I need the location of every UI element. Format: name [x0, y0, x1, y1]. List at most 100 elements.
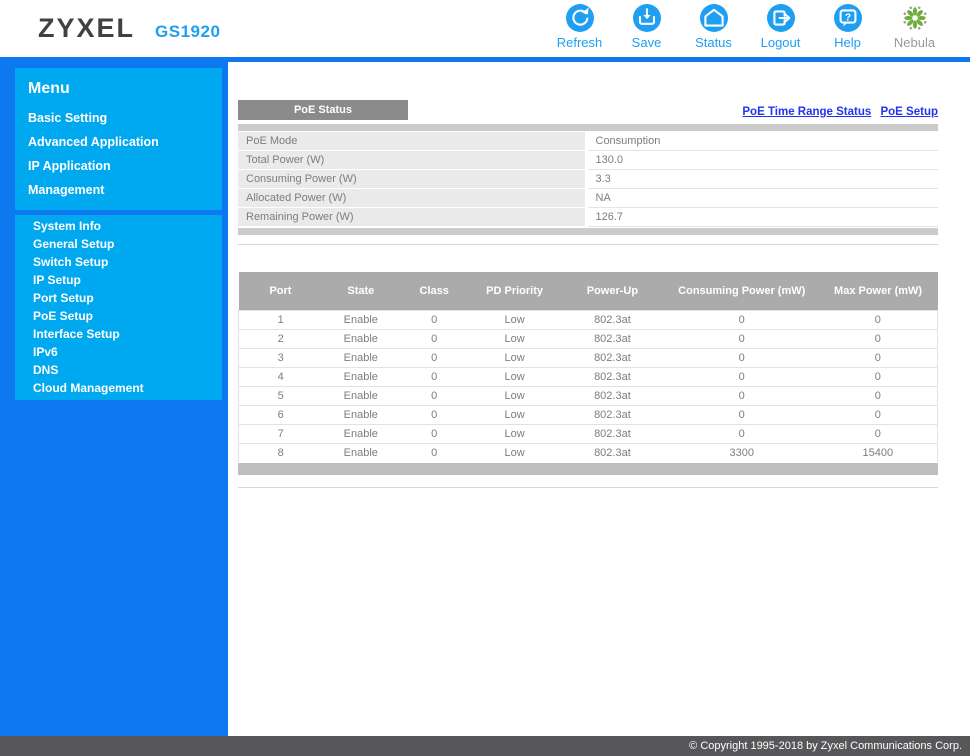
- sidebar-item-ipv6[interactable]: IPv6: [15, 343, 222, 361]
- summary-value: NA: [588, 189, 939, 208]
- logout-icon: [767, 4, 795, 32]
- sidebar-main-panel: Menu Basic SettingAdvanced ApplicationIP…: [15, 68, 222, 210]
- sidebar-item-interface-setup[interactable]: Interface Setup: [15, 325, 222, 343]
- sidebar-item-basic-setting[interactable]: Basic Setting: [28, 106, 222, 130]
- port-cell: Enable: [322, 310, 399, 329]
- link-poe-setup[interactable]: PoE Setup: [880, 106, 938, 118]
- toolbar-logout-button[interactable]: Logout: [747, 4, 814, 50]
- port-cell: Low: [469, 329, 560, 348]
- port-col-header: Class: [399, 272, 469, 310]
- port-cell: 2: [239, 329, 323, 348]
- poe-port-table: PortStateClassPD PriorityPower-UpConsumi…: [238, 272, 938, 475]
- sidebar-item-ip-setup[interactable]: IP Setup: [15, 271, 222, 289]
- port-row: 7Enable0Low802.3at00: [239, 424, 938, 443]
- summary-row: Remaining Power (W)126.7: [238, 208, 938, 227]
- app-header: ZYXEL GS1920 Refresh Save Status Logout ?Hel…: [0, 0, 970, 57]
- sidebar-item-general-setup[interactable]: General Setup: [15, 235, 222, 253]
- port-cell: 0: [665, 424, 819, 443]
- summary-bottom-cap: [238, 228, 938, 235]
- toolbar-label: Save: [632, 35, 662, 50]
- port-cell: Enable: [322, 329, 399, 348]
- port-cell: 0: [399, 405, 469, 424]
- port-col-header: Consuming Power (mW): [665, 272, 819, 310]
- port-cell: Low: [469, 348, 560, 367]
- tab-row: PoE Status PoE Time Range Status PoE Set…: [238, 100, 938, 120]
- port-cell: 0: [665, 405, 819, 424]
- port-cell: 15400: [819, 443, 938, 462]
- sidebar-item-management[interactable]: Management: [28, 178, 222, 202]
- port-cell: Enable: [322, 386, 399, 405]
- summary-row: PoE ModeConsumption: [238, 132, 938, 151]
- port-cell: 0: [819, 386, 938, 405]
- device-model: GS1920: [155, 22, 220, 42]
- port-cell: Low: [469, 405, 560, 424]
- toolbar-refresh-button[interactable]: Refresh: [546, 4, 613, 50]
- port-cell: 0: [819, 348, 938, 367]
- toolbar-label: Nebula: [894, 35, 935, 50]
- link-poe-time-range-status[interactable]: PoE Time Range Status: [742, 106, 871, 118]
- port-cell: Low: [469, 424, 560, 443]
- port-cell: 0: [399, 367, 469, 386]
- summary-label: Total Power (W): [238, 151, 585, 170]
- page: ZYXEL GS1920 Refresh Save Status Logout ?Hel…: [0, 0, 970, 756]
- port-cell: 0: [665, 329, 819, 348]
- port-cell: 0: [819, 405, 938, 424]
- port-cell: Low: [469, 367, 560, 386]
- refresh-icon: [566, 4, 594, 32]
- sidebar-item-dns[interactable]: DNS: [15, 361, 222, 379]
- toolbar-save-button[interactable]: Save: [613, 4, 680, 50]
- sidebar-sub-panel: System InfoGeneral SetupSwitch SetupIP S…: [15, 215, 222, 400]
- page-links: PoE Time Range Status PoE Setup: [736, 106, 938, 120]
- save-icon: [633, 4, 661, 32]
- section-divider: [238, 487, 938, 489]
- port-cell: 802.3at: [560, 386, 665, 405]
- port-row: 5Enable0Low802.3at00: [239, 386, 938, 405]
- sidebar-item-system-info[interactable]: System Info: [15, 217, 222, 235]
- port-col-header: Port: [239, 272, 323, 310]
- toolbar-label: Help: [834, 35, 861, 50]
- sidebar-item-port-setup[interactable]: Port Setup: [15, 289, 222, 307]
- port-cell: 1: [239, 310, 323, 329]
- port-cell: 0: [665, 386, 819, 405]
- brand-area: ZYXEL GS1920: [38, 13, 220, 44]
- sidebar-item-cloud-management[interactable]: Cloud Management: [15, 379, 222, 397]
- port-cell: 6: [239, 405, 323, 424]
- port-cell: Low: [469, 443, 560, 462]
- port-cell: 0: [665, 310, 819, 329]
- port-cell: Enable: [322, 443, 399, 462]
- port-cell: 7: [239, 424, 323, 443]
- toolbar-label: Status: [695, 35, 732, 50]
- port-cell: 5: [239, 386, 323, 405]
- toolbar-help-button[interactable]: ?Help: [814, 4, 881, 50]
- sidebar-item-advanced-application[interactable]: Advanced Application: [28, 130, 222, 154]
- menu-title: Menu: [28, 80, 222, 98]
- status-icon: [700, 4, 728, 32]
- toolbar-nebula-button[interactable]: Nebula: [881, 4, 948, 50]
- summary-top-cap: [238, 124, 938, 131]
- sidebar-item-switch-setup[interactable]: Switch Setup: [15, 253, 222, 271]
- port-cell: Enable: [322, 348, 399, 367]
- summary-label: Consuming Power (W): [238, 170, 585, 189]
- port-cell: 802.3at: [560, 329, 665, 348]
- port-col-header: PD Priority: [469, 272, 560, 310]
- port-cell: 0: [399, 329, 469, 348]
- tab-poe-status[interactable]: PoE Status: [238, 100, 408, 120]
- port-cell: 8: [239, 443, 323, 462]
- toolbar-label: Logout: [761, 35, 801, 50]
- sidebar-item-ip-application[interactable]: IP Application: [28, 154, 222, 178]
- port-col-header: Max Power (mW): [819, 272, 938, 310]
- sidebar-item-poe-setup[interactable]: PoE Setup: [15, 307, 222, 325]
- port-cell: 0: [399, 310, 469, 329]
- toolbar-status-button[interactable]: Status: [680, 4, 747, 50]
- port-cell: 0: [399, 386, 469, 405]
- port-cell: 802.3at: [560, 348, 665, 367]
- port-row: 6Enable0Low802.3at00: [239, 405, 938, 424]
- zyxel-logo: ZYXEL: [38, 13, 135, 44]
- header-toolbar: Refresh Save Status Logout ?Help Nebula: [546, 4, 948, 50]
- port-cell: 0: [819, 329, 938, 348]
- poe-summary-table: PoE ModeConsumptionTotal Power (W)130.0C…: [238, 124, 938, 235]
- port-cell: 3: [239, 348, 323, 367]
- summary-value: 130.0: [588, 151, 939, 170]
- port-cell: 0: [819, 367, 938, 386]
- summary-row: Total Power (W)130.0: [238, 151, 938, 170]
